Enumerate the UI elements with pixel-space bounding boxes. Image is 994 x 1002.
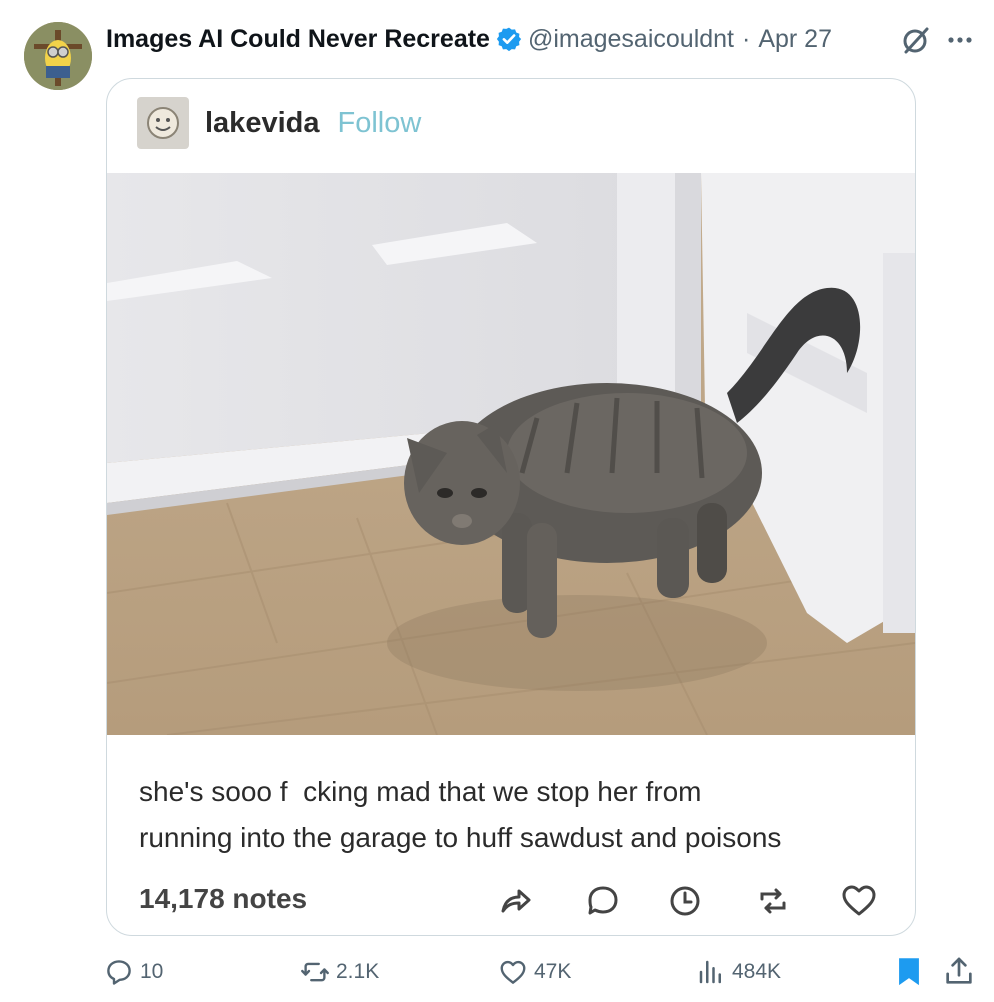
views-icon: [699, 960, 721, 984]
tweet-header: Images AI Could Never Recreate @imagesai…: [106, 22, 832, 56]
verified-badge-icon: [496, 27, 522, 52]
more-icon[interactable]: [946, 26, 974, 54]
like-count: 47K: [534, 960, 572, 983]
reply-count: 10: [140, 960, 164, 983]
tumblr-post-header: lakevida Follow: [137, 97, 421, 149]
like-icon: [500, 960, 526, 984]
post-date[interactable]: Apr 27: [758, 25, 832, 54]
tumblr-username[interactable]: lakevida: [205, 107, 319, 140]
tumblr-reblog-button[interactable]: [753, 881, 793, 921]
reblog-icon: [760, 888, 786, 914]
author-avatar[interactable]: [24, 22, 92, 90]
tumblr-avatar-image: [147, 107, 179, 139]
reply-bubble-icon: [588, 886, 618, 915]
post-caption: she's sooo f cking mad that we stop her …: [139, 769, 889, 861]
notes-count[interactable]: 14,178 notes: [139, 883, 307, 915]
repost-button[interactable]: 2.1K: [300, 954, 379, 990]
embedded-image-card[interactable]: lakevida Follow she's sooo f cking mad t…: [106, 78, 916, 936]
bookmark-icon[interactable]: [892, 954, 926, 988]
upload-icon[interactable]: [942, 954, 976, 988]
tumblr-queue-button[interactable]: [665, 881, 705, 921]
views-count: 484K: [732, 960, 782, 983]
minion-avatar-image: [24, 22, 92, 90]
repost-icon: [301, 962, 329, 982]
views-button[interactable]: 484K: [696, 954, 781, 990]
grok-icon[interactable]: [900, 24, 932, 56]
author-handle[interactable]: @imagesaicouldnt: [528, 25, 734, 54]
tumblr-follow-button[interactable]: Follow: [337, 107, 421, 140]
author-name[interactable]: Images AI Could Never Recreate: [106, 25, 490, 54]
tumblr-share-button[interactable]: [495, 881, 535, 921]
reply-button[interactable]: 10: [104, 954, 163, 990]
clock-icon: [670, 886, 700, 916]
reply-icon: [107, 960, 131, 985]
tumblr-reply-button[interactable]: [583, 881, 623, 921]
separator-dot: ·: [742, 24, 751, 53]
caption-line: running into the garage to huff sawdust …: [139, 822, 782, 853]
caption-line: she's sooo f cking mad that we stop her …: [139, 776, 702, 807]
heart-icon: [842, 885, 876, 916]
cat-photo: [107, 173, 915, 735]
repost-count: 2.1K: [336, 960, 380, 983]
share-icon: [501, 889, 531, 913]
tumblr-avatar[interactable]: [137, 97, 189, 149]
like-button[interactable]: 47K: [498, 954, 571, 990]
tumblr-like-button[interactable]: [839, 881, 879, 921]
